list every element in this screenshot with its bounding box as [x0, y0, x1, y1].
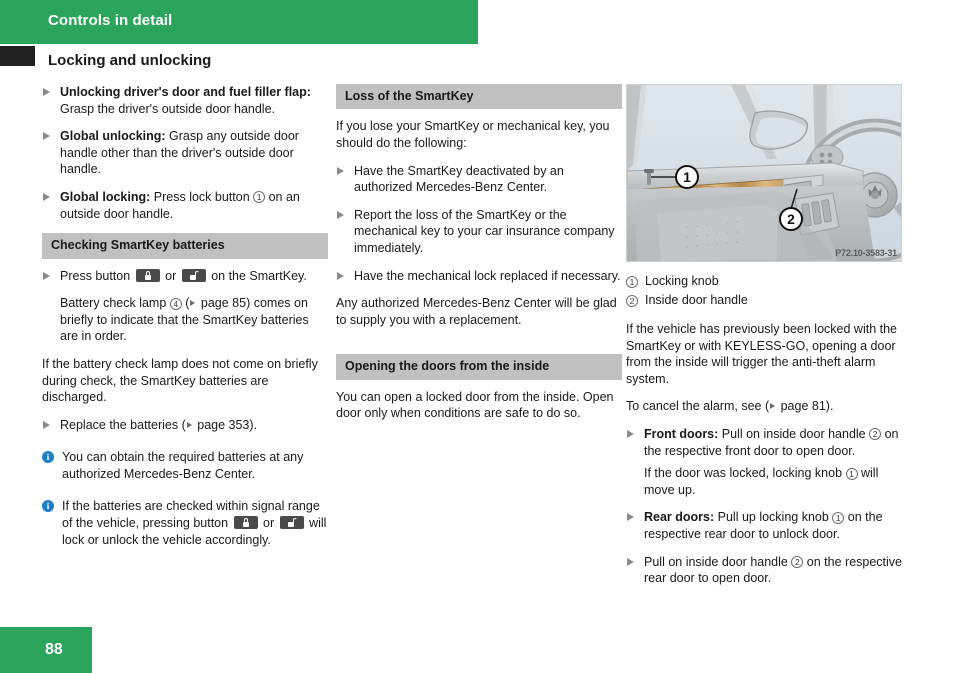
lock-open-button-icon [181, 268, 206, 282]
bullet-text: Have the SmartKey deactivated by an auth… [354, 163, 564, 195]
callout-ref-1: 1 [253, 191, 266, 204]
illustration-svg: 1 2 [627, 85, 901, 261]
column-middle: Loss of the SmartKey If you lose your Sm… [336, 84, 622, 422]
bullet-continuation: Battery check lamp 4 ( page 85) comes on… [42, 295, 328, 345]
bullet-triangle-icon [627, 513, 634, 522]
paragraph-batteries-discharged: If the battery check lamp does not come … [42, 356, 318, 405]
paragraph-replacement: Any authorized Mercedes-Benz Center will… [336, 296, 617, 327]
legend-label: Inside door handle [645, 293, 748, 307]
paragraph-cancel-alarm: To cancel the alarm, see ( page 81). [626, 398, 912, 415]
cross-reference-triangle-icon [770, 403, 776, 410]
bullet-text: or [161, 268, 180, 283]
bullet-text: Pull up locking knob [714, 510, 833, 525]
bullet-triangle-icon [43, 271, 50, 280]
section-heading-loss-of-the-smartkey: Loss of the SmartKey [336, 84, 622, 110]
info-icon: i [42, 500, 54, 513]
list-item: Pull on inside door handle 2 on the resp… [626, 554, 912, 587]
car-door-interior-illustration: 1 2 P72.10-3583-31 [626, 84, 902, 262]
bullet-triangle-icon [43, 192, 50, 201]
lock-open-button-icon [279, 516, 304, 530]
sub-text: Battery check lamp [60, 296, 170, 311]
bullet-text: Press lock button [150, 189, 254, 204]
list-item: Front doors: Pull on inside door handle … [626, 426, 912, 459]
bullet-triangle-icon [337, 210, 344, 219]
page-heading: Locking and unlocking [48, 52, 212, 69]
bullet-text: on the SmartKey. [207, 268, 307, 283]
callout-ref-2: 2 [626, 294, 638, 307]
bullet-text: Report the loss of the SmartKey or the m… [354, 207, 615, 255]
chapter-thumb-tab [0, 46, 35, 66]
note-text: or [259, 516, 278, 531]
section-heading-checking-smartkey-batteries: Checking SmartKey batteries [42, 233, 328, 259]
bullet-triangle-icon [627, 429, 634, 438]
callout-ref-1: 1 [845, 467, 858, 480]
bullet-triangle-icon [43, 420, 50, 429]
list-item: Replace the batteries ( page 353). [42, 417, 328, 434]
paragraph-antitheft-alarm: If the vehicle has previously been locke… [626, 322, 897, 386]
legend-item: 1 Locking knob [626, 272, 912, 291]
bullet-text: Pull on inside door handle [718, 426, 870, 441]
bullet-triangle-icon [43, 132, 50, 141]
sub-text: If the door was locked, locking knob [644, 466, 846, 481]
figure-code: P72.10-3583-31 [835, 248, 897, 258]
list-item: Global unlocking: Grasp any outside door… [42, 128, 328, 178]
info-note: i If the batteries are checked within si… [42, 498, 328, 548]
cancel-text: To cancel the alarm, see ( [626, 399, 770, 414]
bullet-lead: Global unlocking: [60, 129, 166, 144]
svg-text:1: 1 [683, 169, 691, 185]
list-item: Have the mechanical lock replaced if nec… [336, 268, 622, 285]
callout-2: 2 [779, 207, 803, 231]
bullet-triangle-icon [43, 88, 50, 96]
paragraph-opening-doors: You can open a locked door from the insi… [336, 389, 614, 421]
list-item: Global locking: Press lock button 1 on a… [42, 189, 328, 222]
bullet-text: Grasp the driver's outside door handle. [60, 101, 276, 116]
cross-reference-triangle-icon [190, 300, 196, 307]
sub-text: ( [181, 296, 190, 311]
note-text: You can obtain the required batteries at… [62, 450, 304, 481]
cross-reference-triangle-icon [186, 421, 192, 428]
bullet-lead: Rear doors: [644, 510, 715, 525]
legend-item: 2 Inside door handle [626, 291, 912, 310]
bullet-text: Have the mechanical lock replaced if nec… [354, 268, 621, 283]
callout-ref-2: 2 [869, 428, 882, 441]
page-number: 88 [45, 641, 63, 658]
list-item: Press button or on the SmartKey. [42, 268, 328, 285]
page-cross-reference: page 353). [193, 417, 258, 432]
callout-ref-2: 2 [791, 556, 804, 569]
paragraph-loss-intro: If you lose your SmartKey or mechanical … [336, 119, 610, 150]
bullet-triangle-icon [337, 166, 344, 175]
chapter-title: Controls in detail [48, 12, 173, 29]
bullet-text: Pull on inside door handle [644, 554, 792, 569]
info-note: i You can obtain the required batteries … [42, 449, 328, 482]
bullet-lead: Front doors: [644, 426, 719, 441]
bullet-triangle-icon [627, 557, 634, 566]
callout-1: 1 [675, 165, 699, 189]
lock-closed-button-icon [233, 516, 258, 530]
bullet-continuation: If the door was locked, locking knob 1 w… [626, 465, 912, 498]
list-item: Unlocking driver's door and fuel filler … [42, 84, 328, 117]
legend-label: Locking knob [645, 274, 719, 288]
list-item: Report the loss of the SmartKey or the m… [336, 207, 622, 257]
bullet-text: Replace the batteries ( [60, 417, 186, 432]
bullet-lead: Unlocking driver's door and fuel filler … [60, 85, 311, 99]
bullet-text: Press button [60, 268, 134, 283]
callout-ref-1: 1 [626, 275, 638, 288]
figure-legend: 1 Locking knob 2 Inside door handle [626, 272, 912, 310]
bullet-lead: Global locking: [60, 189, 151, 204]
page-cross-reference: page 81). [777, 399, 834, 414]
info-icon: i [42, 451, 54, 464]
bullet-triangle-icon [337, 271, 344, 280]
svg-text:2: 2 [787, 211, 795, 227]
column-right: 1 2 P72.10-3583-31 1 Locking knob 2 Inside… [626, 84, 912, 598]
callout-ref-4: 4 [169, 297, 182, 310]
callout-ref-1: 1 [832, 511, 845, 524]
column-left: Unlocking driver's door and fuel filler … [42, 84, 328, 560]
list-item: Rear doors: Pull up locking knob 1 on th… [626, 509, 912, 542]
list-item: Have the SmartKey deactivated by an auth… [336, 163, 622, 196]
section-heading-opening-doors-from-inside: Opening the doors from the inside [336, 354, 622, 380]
lock-closed-button-icon [135, 268, 160, 282]
